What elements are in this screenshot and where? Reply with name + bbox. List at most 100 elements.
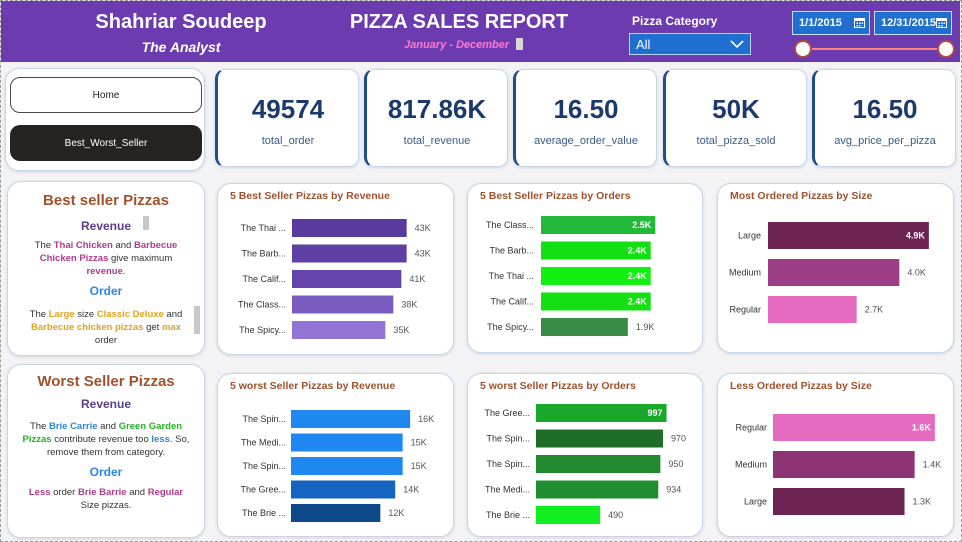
bar[interactable]: [291, 433, 403, 452]
data-label: 2.4K: [628, 297, 648, 307]
bar-chart-svg: The Class... 2.5K The Barb... 2.4K The Thai …: [486, 216, 656, 336]
report-title: PIZZA SALES REPORT: [349, 11, 569, 33]
bar[interactable]: [291, 457, 403, 475]
best-seller-insight-card: Best seller Pizzas Revenue The Thai Chic…: [7, 181, 205, 356]
best-worst-seller-button[interactable]: Best_Worst_Seller: [10, 125, 202, 161]
bar[interactable]: [541, 318, 628, 336]
category-tick-label: The Thai ...: [241, 223, 286, 233]
category-tick-label: The Medi...: [241, 438, 286, 448]
bar[interactable]: [773, 414, 935, 441]
bar[interactable]: [292, 321, 386, 339]
category-tick-label: The Barb...: [489, 246, 534, 256]
chart-title: Most Ordered Pizzas by Size: [730, 190, 873, 202]
worst-order-heading: Order: [89, 465, 123, 479]
data-label: 997: [647, 408, 662, 418]
scrollbar-thumb[interactable]: [194, 306, 200, 334]
date-range-end-handle[interactable]: [937, 40, 955, 58]
worst-seller-title: Worst Seller Pizzas: [37, 373, 175, 390]
bar[interactable]: [773, 451, 915, 478]
category-filter-dropdown[interactable]: All: [629, 33, 751, 55]
data-label: 14K: [403, 485, 419, 495]
data-label: 4.9K: [906, 231, 926, 241]
best-order-text: The Large size Classic Deluxe and Barbec…: [29, 309, 183, 346]
data-label: 2.7K: [865, 305, 884, 315]
worst-revenue-heading: Revenue: [80, 397, 132, 411]
kpi-value: 16.50: [553, 94, 619, 124]
data-label: 41K: [409, 274, 425, 284]
period-marker: [516, 38, 523, 50]
calendar-icon: [936, 18, 947, 28]
category-tick-label: The Thai ...: [489, 271, 534, 281]
bar[interactable]: [291, 410, 411, 428]
bar[interactable]: [292, 270, 402, 288]
bar[interactable]: [768, 222, 929, 249]
chart-title: 5 Best Seller Pizzas by Orders: [480, 190, 631, 202]
bar[interactable]: [291, 504, 381, 522]
bar[interactable]: [292, 295, 394, 314]
data-label: 15K: [411, 461, 427, 471]
worst-order-text: Less order Brie Barrie and Regular Size …: [28, 487, 184, 511]
chart-title: 5 Best Seller Pizzas by Revenue: [230, 190, 390, 202]
category-tick-label: The Brie ...: [486, 510, 530, 520]
category-tick-label: The Class...: [486, 220, 534, 230]
kpi-value: 49574: [251, 94, 325, 124]
bar[interactable]: [292, 219, 407, 237]
chart-less-ordered-size: Regular 1.6K Medium 1.4K Large 1.3K Less Orde…: [717, 373, 954, 537]
bar[interactable]: [768, 296, 857, 323]
kpi-card-avg-price-per-pizza: 16.50 avg_price_per_pizza: [812, 69, 956, 167]
data-label: 2.5K: [632, 220, 652, 230]
bar[interactable]: [536, 429, 663, 448]
category-tick-label: The Spin...: [486, 434, 530, 444]
header-bar: Shahriar Soudeep The Analyst PIZZA SALES…: [1, 1, 960, 62]
kpi-value: 817.86K: [387, 94, 487, 124]
category-tick-label: The Medi...: [485, 485, 530, 495]
data-label: 43K: [415, 223, 431, 233]
category-tick-label: Regular: [735, 423, 767, 433]
kpi-card-total-pizza-sold: 50K total_pizza_sold: [663, 69, 807, 167]
bar[interactable]: [768, 259, 900, 286]
category-filter-label: Pizza Category: [632, 14, 718, 28]
navigation-panel: Home Best_Worst_Seller: [5, 68, 205, 171]
kpi-label: total_revenue: [403, 135, 471, 147]
bar-chart-svg: The Spin... 16K The Medi... 15K The Spin... 1…: [240, 410, 434, 522]
category-tick-label: Large: [744, 497, 767, 507]
category-tick-label: The Calif...: [242, 274, 286, 284]
bar[interactable]: [773, 488, 905, 515]
author-name: Shahriar Soudeep: [95, 11, 267, 33]
bar[interactable]: [292, 244, 407, 263]
bar[interactable]: [536, 455, 661, 473]
category-tick-label: The Spicy...: [239, 325, 286, 335]
chart-worst-orders: The Gree... 997 The Spin... 970 The Spin... 9…: [467, 373, 703, 537]
home-button[interactable]: Home: [10, 77, 202, 113]
bar[interactable]: [536, 506, 601, 524]
category-tick-label: The Brie ...: [242, 508, 286, 518]
worst-revenue-text: The Brie Carrie and Green Garden Pizzas …: [22, 421, 190, 458]
category-tick-label: Large: [738, 231, 761, 241]
date-range-start-handle[interactable]: [794, 40, 812, 58]
category-selected-value: All: [636, 37, 651, 52]
data-label: 38K: [401, 300, 417, 310]
chart-best-orders: The Class... 2.5K The Barb... 2.4K The Thai …: [467, 183, 703, 353]
data-label: 1.3K: [913, 497, 932, 507]
date-end-field[interactable]: 12/31/2015: [874, 11, 952, 35]
kpi-card-average-order-value: 16.50 average_order_value: [513, 69, 657, 167]
best-order-heading: Order: [89, 284, 123, 298]
scrollbar-thumb[interactable]: [143, 216, 149, 230]
category-tick-label: Medium: [729, 268, 761, 278]
bar-chart-svg: The Gree... 997 The Spin... 970 The Spin... 9…: [484, 404, 686, 524]
data-label: 16K: [418, 414, 434, 424]
data-label: 2.4K: [628, 271, 648, 281]
data-label: 1.4K: [923, 460, 942, 470]
kpi-value: 16.50: [852, 94, 918, 124]
best-seller-title: Best seller Pizzas: [43, 192, 169, 209]
date-range-slider-track[interactable]: [803, 48, 946, 50]
date-start-field[interactable]: 1/1/2015: [792, 11, 870, 35]
category-tick-label: The Spin...: [242, 414, 286, 424]
kpi-label: total_order: [261, 135, 315, 147]
category-tick-label: The Gree...: [240, 485, 286, 495]
chart-best-revenue: The Thai ... 43K The Barb... 43K The Calif..…: [217, 183, 454, 355]
category-tick-label: The Spin...: [486, 459, 530, 469]
data-label: 934: [666, 485, 681, 495]
bar[interactable]: [291, 480, 396, 499]
bar[interactable]: [536, 480, 659, 499]
